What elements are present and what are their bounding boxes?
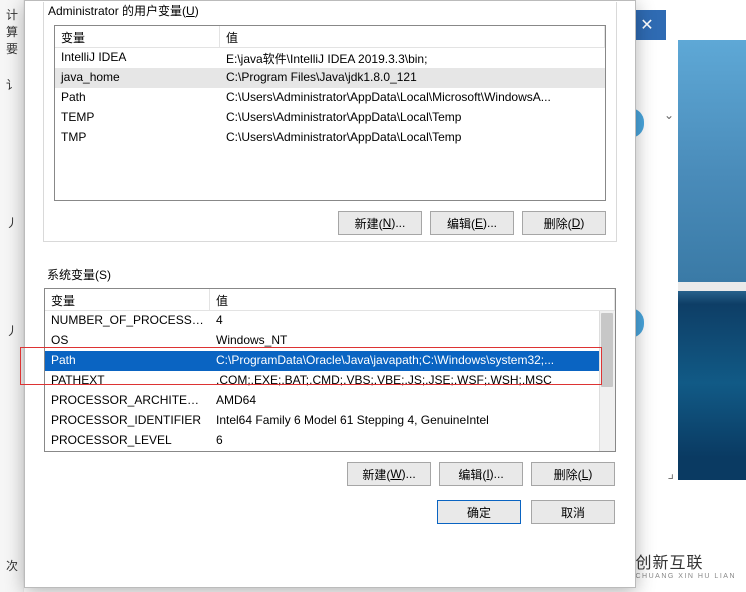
list-header: 变量 值 — [55, 26, 605, 48]
env-vars-dialog: Administrator 的用户变量(U) 变量 值 IntelliJ IDE… — [24, 0, 636, 588]
table-row[interactable]: NUMBER_OF_PROCESSORS4 — [45, 311, 615, 331]
user-vars-buttons: 新建(N)... 编辑(E)... 删除(D) — [44, 201, 616, 235]
sys-vars-list[interactable]: 变量 值 NUMBER_OF_PROCESSORS4OSWindows_NTPa… — [44, 288, 616, 452]
var-value: .COM;.EXE;.BAT;.CMD;.VBS;.VBE;.JS;.JSE;.… — [210, 371, 615, 391]
var-value: 4 — [210, 311, 615, 331]
table-row[interactable]: PROCESSOR_ARCHITECT...AMD64 — [45, 391, 615, 411]
table-row[interactable]: PROCESSOR_IDENTIFIERIntel64 Family 6 Mod… — [45, 411, 615, 431]
var-name: TMP — [55, 128, 220, 148]
user-vars-title: Administrator 的用户变量(U) — [48, 2, 616, 19]
new-user-var-button[interactable]: 新建(N)... — [338, 211, 422, 235]
table-row[interactable]: TMPC:\Users\Administrator\AppData\Local\… — [55, 128, 605, 148]
edit-user-var-button[interactable]: 编辑(E)... — [430, 211, 514, 235]
occluded-underlayer: 计算 要 讠 丿 丿 次 — [0, 0, 24, 592]
table-row[interactable]: TEMPC:\Users\Administrator\AppData\Local… — [55, 108, 605, 128]
var-name: IntelliJ IDEA — [55, 48, 220, 68]
resize-corner-icon: ⌟ — [667, 465, 674, 482]
new-sys-var-button[interactable]: 新建(W)... — [347, 462, 431, 486]
delete-user-var-button[interactable]: 删除(D) — [522, 211, 606, 235]
col-name-header[interactable]: 变量 — [45, 289, 210, 310]
var-name: NUMBER_OF_PROCESSORS — [45, 311, 210, 331]
var-value: C:\Users\Administrator\AppData\Local\Tem… — [220, 128, 605, 148]
table-row[interactable]: java_homeC:\Program Files\Java\jdk1.8.0_… — [55, 68, 605, 88]
chevron-down-icon: ⌄ — [664, 108, 674, 122]
var-value: C:\Users\Administrator\AppData\Local\Tem… — [220, 108, 605, 128]
ok-button[interactable]: 确定 — [437, 500, 521, 524]
var-value: E:\java软件\IntelliJ IDEA 2019.3.3\bin; — [220, 48, 605, 68]
scrollbar-track[interactable] — [599, 311, 615, 451]
var-name: PROCESSOR_ARCHITECT... — [45, 391, 210, 411]
var-name: Path — [45, 351, 210, 371]
user-vars-group: Administrator 的用户变量(U) 变量 值 IntelliJ IDE… — [43, 2, 617, 242]
var-name: Path — [55, 88, 220, 108]
var-name: java_home — [55, 68, 220, 88]
scrollbar-thumb[interactable] — [601, 313, 613, 387]
var-value: AMD64 — [210, 391, 615, 411]
var-value: Windows_NT — [210, 331, 615, 351]
var-name: PATHEXT — [45, 371, 210, 391]
var-value: C:\Users\Administrator\AppData\Local\Mic… — [220, 88, 605, 108]
table-row[interactable]: IntelliJ IDEAE:\java软件\IntelliJ IDEA 201… — [55, 48, 605, 68]
table-row[interactable]: PathC:\Users\Administrator\AppData\Local… — [55, 88, 605, 108]
var-value: Intel64 Family 6 Model 61 Stepping 4, Ge… — [210, 411, 615, 431]
col-name-header[interactable]: 变量 — [55, 26, 220, 47]
sys-vars-group: 变量 值 NUMBER_OF_PROCESSORS4OSWindows_NTPa… — [43, 288, 617, 486]
col-value-header[interactable]: 值 — [210, 289, 615, 310]
var-value: C:\ProgramData\Oracle\Java\javapath;C:\W… — [210, 351, 615, 371]
col-value-header[interactable]: 值 — [220, 26, 605, 47]
delete-sys-var-button[interactable]: 删除(L) — [531, 462, 615, 486]
table-row[interactable]: OSWindows_NT — [45, 331, 615, 351]
sys-vars-buttons: 新建(W)... 编辑(I)... 删除(L) — [43, 452, 617, 486]
brand-py: CHUANG XIN HU LIAN — [635, 573, 736, 580]
user-vars-list[interactable]: 变量 值 IntelliJ IDEAE:\java软件\IntelliJ IDE… — [54, 25, 606, 201]
table-row[interactable]: PATHEXT.COM;.EXE;.BAT;.CMD;.VBS;.VBE;.JS… — [45, 371, 615, 391]
table-row[interactable]: PathC:\ProgramData\Oracle\Java\javapath;… — [45, 351, 615, 371]
cancel-button[interactable]: 取消 — [531, 500, 615, 524]
table-row[interactable]: PROCESSOR_LEVEL6 — [45, 431, 615, 451]
edit-sys-var-button[interactable]: 编辑(I)... — [439, 462, 523, 486]
sys-vars-title: 系统变量(S) — [47, 266, 617, 283]
var-name: PROCESSOR_LEVEL — [45, 431, 210, 451]
var-name: OS — [45, 331, 210, 351]
var-value: C:\Program Files\Java\jdk1.8.0_121 — [220, 68, 605, 88]
var-name: TEMP — [55, 108, 220, 128]
var-value: 6 — [210, 431, 615, 451]
list-header: 变量 值 — [45, 289, 615, 311]
dialog-buttons: 确定 取消 — [43, 486, 617, 524]
var-name: PROCESSOR_IDENTIFIER — [45, 411, 210, 431]
brand-zh: 创新互联 — [635, 549, 736, 573]
desktop-wallpaper — [678, 40, 746, 480]
